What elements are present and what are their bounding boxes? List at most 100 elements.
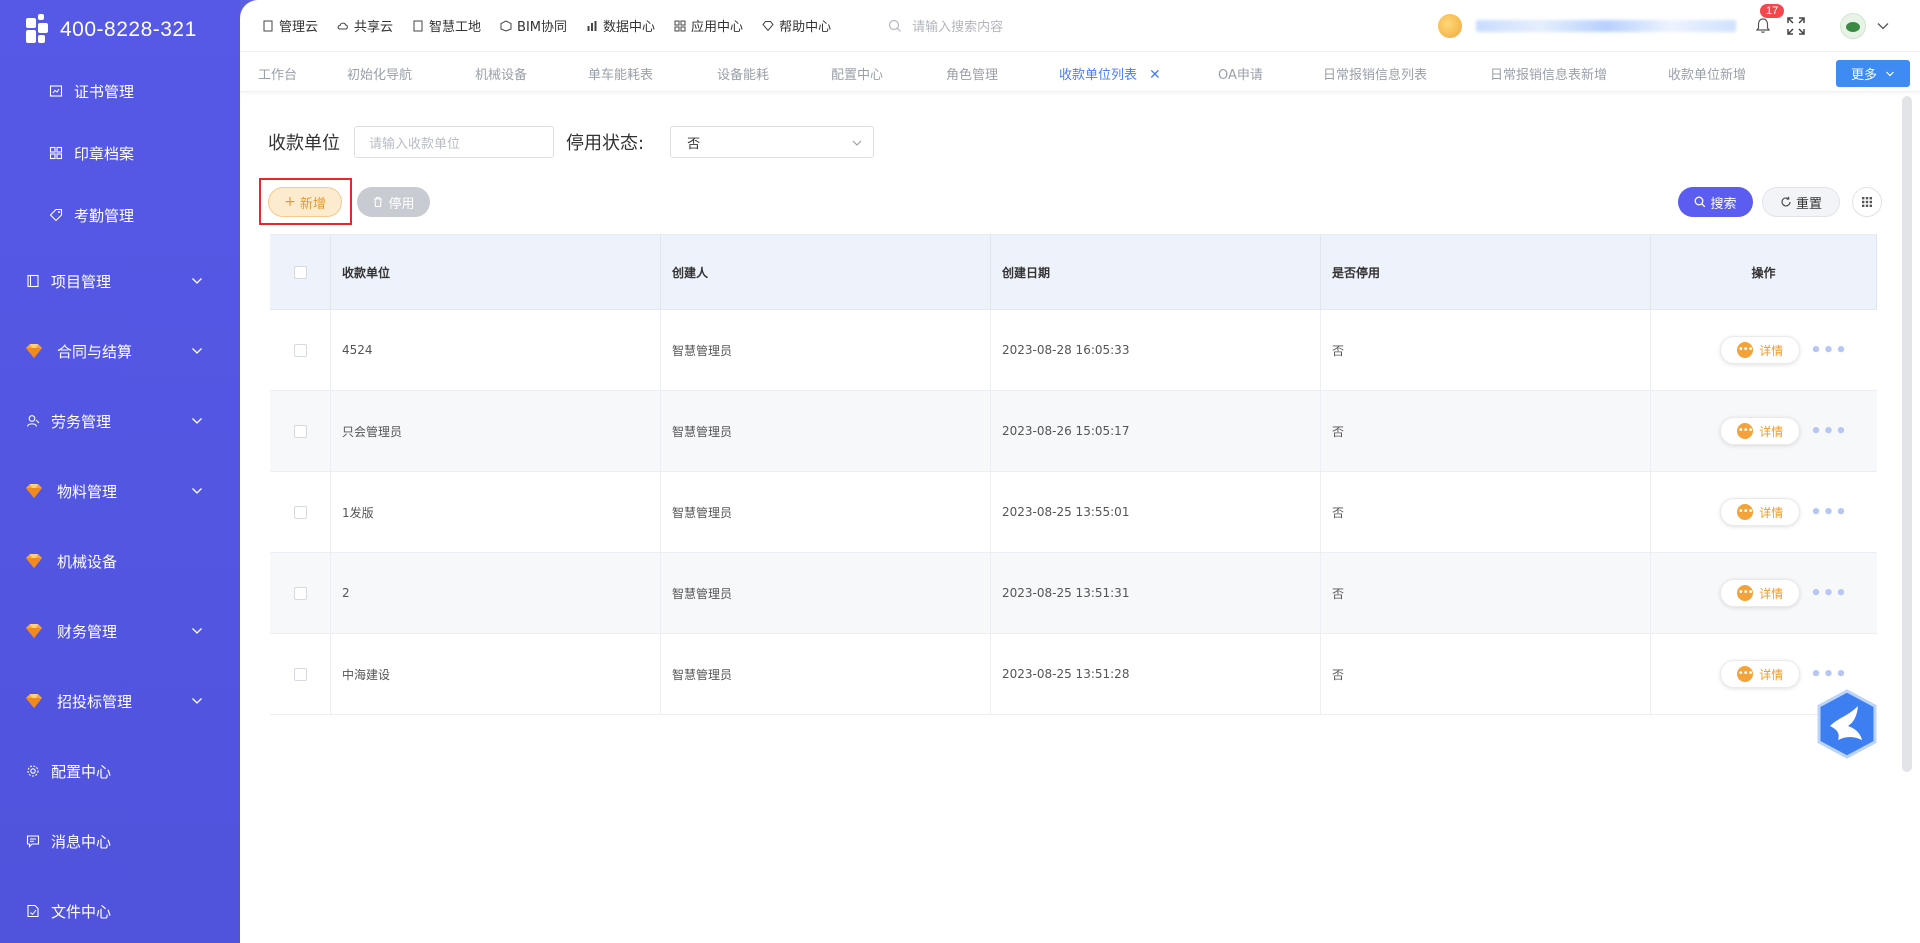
detail-button[interactable]: ••• 详情 [1720, 660, 1801, 688]
sidebar-item[interactable]: 招投标管理 [0, 666, 240, 736]
payee-cell: 4524 [331, 310, 661, 390]
more-actions-icon[interactable]: ••• [1810, 664, 1848, 685]
tab[interactable]: 设备能耗 [717, 64, 769, 83]
global-search[interactable]: 请输入搜索内容 [888, 16, 1003, 35]
bird-mascot-icon[interactable] [1814, 688, 1880, 760]
top-nav-label: 帮助中心 [779, 20, 832, 35]
detail-button[interactable]: ••• 详情 [1720, 579, 1801, 607]
sidebar-item[interactable]: 证书管理 [0, 60, 240, 122]
search-button[interactable]: 搜索 [1678, 187, 1753, 217]
main-content: 管理云 共享云 智慧工地 BIM协同 数据中心 应用中心 帮助中心 请输入搜索内容 17 更… [240, 0, 1920, 943]
detail-button[interactable]: ••• 详情 [1720, 417, 1801, 445]
sidebar-item[interactable]: 劳务管理 [0, 386, 240, 456]
sidebar-item[interactable]: 机械设备 [0, 526, 240, 596]
notification-bell[interactable]: 17 [1754, 4, 1785, 35]
grid-icon [1862, 197, 1872, 207]
sidebar-item[interactable]: 财务管理 [0, 596, 240, 666]
sidebar-item[interactable]: 文件中心 [0, 876, 240, 943]
select-all-checkbox[interactable] [293, 265, 307, 279]
disabled-cell: 否 [1321, 391, 1651, 471]
trash-icon [374, 196, 383, 208]
file-icon [25, 903, 41, 919]
detail-label: 详情 [1759, 424, 1784, 439]
top-nav-item[interactable]: 数据中心 [586, 16, 655, 35]
top-nav-item[interactable]: 智慧工地 [412, 16, 481, 35]
disable-button[interactable]: 停用 [357, 187, 430, 217]
table-header: 收款单位 创建人 创建日期 是否停用 操作 [270, 235, 1877, 310]
row-checkbox[interactable] [293, 667, 307, 681]
tab[interactable]: 日常报销信息列表 [1323, 64, 1427, 83]
top-nav-item[interactable]: 共享云 [337, 16, 393, 35]
tab[interactable]: 日常报销信息表新增 [1490, 64, 1607, 83]
more-actions-icon[interactable]: ••• [1810, 583, 1848, 604]
tab[interactable]: 角色管理 [946, 64, 998, 83]
add-button[interactable]: + 新增 [268, 187, 342, 217]
sidebar-item[interactable]: 配置中心 [0, 736, 240, 806]
detail-label: 详情 [1759, 667, 1784, 682]
top-nav-item[interactable]: 应用中心 [674, 16, 743, 35]
column-header: 创建日期 [991, 235, 1321, 309]
more-tabs-button[interactable]: 更多 [1836, 60, 1910, 87]
page-scrollbar[interactable] [1902, 96, 1912, 772]
tab[interactable]: 工作台 [258, 64, 297, 83]
diamond-icon [762, 20, 779, 32]
tab[interactable]: 收款单位列表 ✕ [1059, 64, 1161, 83]
row-checkbox[interactable] [293, 505, 307, 519]
detail-label: 详情 [1759, 343, 1784, 358]
top-nav-label: 智慧工地 [429, 20, 482, 35]
sidebar-item-label: 文件中心 [51, 902, 112, 921]
tab[interactable]: 初始化导航 [347, 64, 412, 83]
sidebar-item[interactable]: 合同与结算 [0, 316, 240, 386]
sidebar-item-label: 劳务管理 [51, 412, 112, 431]
column-header: 操作 [1651, 235, 1877, 309]
payee-input-placeholder: 请输入收款单位 [369, 136, 461, 152]
chevron-down-icon[interactable] [1876, 19, 1890, 33]
row-checkbox[interactable] [293, 586, 307, 600]
sidebar-item[interactable]: 项目管理 [0, 246, 240, 316]
brand-phone: 400-8228-321 [60, 18, 197, 41]
user-icon [25, 413, 41, 429]
tab-label: 日常报销信息列表 [1323, 68, 1428, 83]
disabled-cell: 否 [1321, 310, 1651, 390]
tab[interactable]: 单车能耗表 [588, 64, 653, 83]
table-row[interactable]: 1发版 智慧管理员 2023-08-25 13:55:01 否 ••• 详情 ••• [270, 472, 1877, 553]
table-row[interactable]: 2 智慧管理员 2023-08-25 13:51:31 否 ••• 详情 ••• [270, 553, 1877, 634]
table-row[interactable]: 只会管理员 智慧管理员 2023-08-26 15:05:17 否 ••• 详情 ••• [270, 391, 1877, 472]
bell-icon [1755, 18, 1771, 33]
payee-cell: 2 [331, 553, 661, 633]
reset-button[interactable]: 重置 [1762, 187, 1840, 217]
tab[interactable]: 收款单位新增 [1668, 64, 1746, 83]
sidebar-item[interactable]: 消息中心 [0, 806, 240, 876]
tab[interactable]: 机械设备 [475, 64, 527, 83]
status-select[interactable]: 否 [670, 126, 875, 158]
sidebar-item[interactable]: 物料管理 [0, 456, 240, 526]
table-row[interactable]: 4524 智慧管理员 2023-08-28 16:05:33 否 ••• 详情 ••• [270, 310, 1877, 391]
row-checkbox[interactable] [293, 343, 307, 357]
detail-button[interactable]: ••• 详情 [1720, 498, 1801, 526]
more-actions-icon[interactable]: ••• [1810, 502, 1848, 523]
actions-cell: ••• 详情 ••• [1651, 391, 1877, 471]
vip-coin-icon[interactable] [1438, 14, 1462, 38]
tab[interactable]: 配置中心 [831, 64, 883, 83]
actions-cell: ••• 详情 ••• [1651, 472, 1877, 552]
reset-button-label: 重置 [1795, 196, 1822, 212]
detail-button[interactable]: ••• 详情 [1720, 336, 1801, 364]
more-actions-icon[interactable]: ••• [1810, 340, 1848, 361]
payee-input[interactable]: 请输入收款单位 [354, 126, 554, 158]
avatar[interactable] [1840, 13, 1866, 39]
row-checkbox[interactable] [293, 424, 307, 438]
top-nav-item[interactable]: 帮助中心 [762, 16, 831, 35]
tab[interactable]: OA申请 [1218, 64, 1263, 83]
top-nav-item[interactable]: BIM协同 [500, 16, 567, 35]
top-nav-item[interactable]: 管理云 [262, 16, 318, 35]
fullscreen-icon[interactable] [1786, 16, 1806, 36]
more-actions-icon[interactable]: ••• [1810, 421, 1848, 442]
table-row[interactable]: 中海建设 智慧管理员 2023-08-25 13:51:28 否 ••• 详情 ••• [270, 634, 1877, 715]
close-icon[interactable]: ✕ [1149, 67, 1161, 83]
sidebar-item[interactable]: 印章档案 [0, 122, 240, 184]
select-all-cell [270, 235, 331, 309]
gem-icon [25, 343, 57, 359]
gear-icon [25, 763, 41, 779]
column-settings-button[interactable] [1852, 187, 1882, 217]
sidebar-item[interactable]: 考勤管理 [0, 184, 240, 246]
